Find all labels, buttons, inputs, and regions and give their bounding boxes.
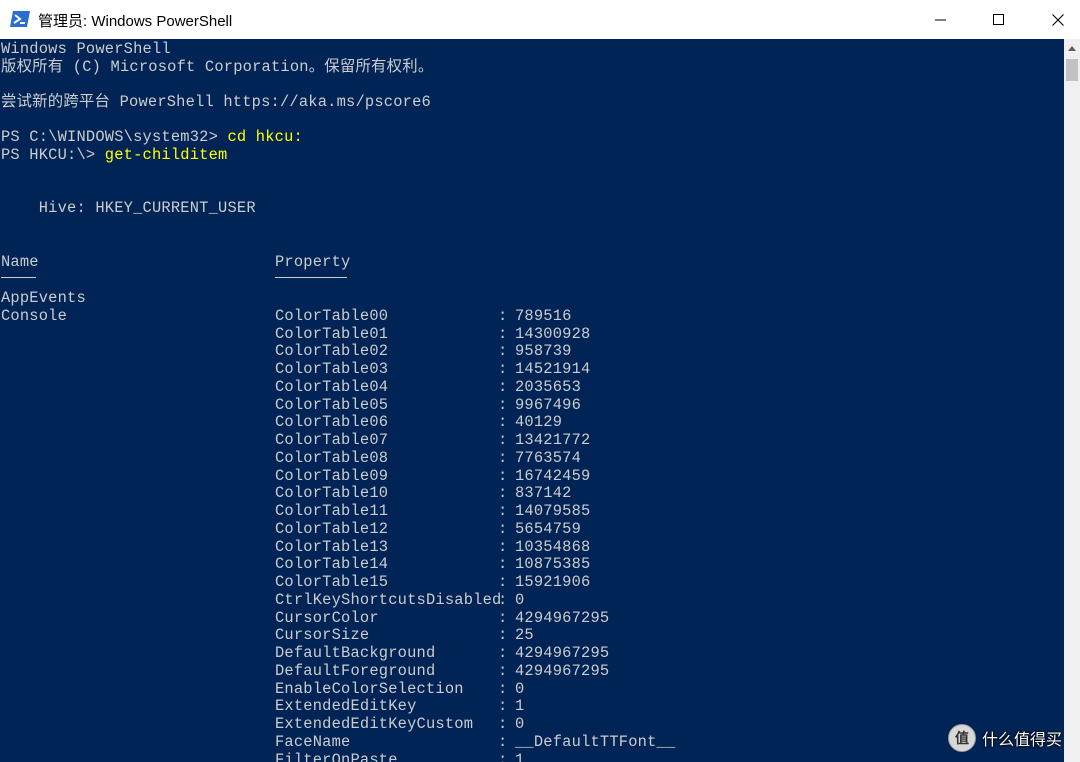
property-name: DefaultBackground — [275, 644, 436, 662]
close-button[interactable] — [1029, 0, 1080, 39]
property-name: ColorTable09 — [275, 466, 389, 485]
property-name: ColorTable03 — [275, 360, 389, 378]
property-name: ColorTable08 — [275, 448, 389, 467]
property-value: 13421772 — [515, 431, 591, 449]
column-underline-name — [1, 277, 36, 278]
hive-line: Hive: HKEY_CURRENT_USER — [1, 199, 256, 217]
property-value: 10354868 — [515, 537, 591, 556]
column-underline-property — [275, 277, 347, 278]
property-value: 40129 — [515, 413, 563, 432]
property-value: 0 — [515, 715, 525, 733]
console-output[interactable]: Windows PowerShell 版权所有 (C) Microsoft Co… — [0, 39, 1064, 762]
vertical-scrollbar[interactable] — [1064, 39, 1080, 762]
chevron-up-icon — [1068, 45, 1076, 51]
scroll-up-button[interactable] — [1064, 39, 1080, 57]
scroll-thumb[interactable] — [1066, 59, 1078, 81]
property-name: DefaultForeground — [275, 661, 436, 680]
property-value: 14300928 — [515, 324, 591, 343]
property-name: CursorSize — [275, 626, 370, 645]
property-value: 4294967295 — [515, 661, 610, 680]
property-value: 15921906 — [515, 573, 591, 591]
minimize-button[interactable] — [912, 0, 970, 39]
header-line: Windows PowerShell — [1, 40, 171, 58]
property-name: CtrlKeyShortcutsDisabled — [275, 590, 502, 609]
prompt: PS C:\WINDOWS\system32> — [1, 128, 228, 146]
property-value: 14079585 — [515, 502, 591, 520]
column-header-property: Property — [275, 253, 351, 271]
property-name: ColorTable10 — [275, 484, 389, 503]
property-value: 1 — [515, 750, 525, 762]
property-value: 0 — [515, 590, 525, 609]
column-header-name: Name — [1, 253, 39, 271]
property-name: ColorTable05 — [275, 395, 389, 414]
property-value: 4294967295 — [515, 644, 610, 662]
registry-key-name: Console — [1, 306, 68, 325]
property-value: 789516 — [515, 306, 572, 325]
command-line-1: PS C:\WINDOWS\system32> cd hkcu: — [1, 128, 303, 146]
property-value: 837142 — [515, 484, 572, 503]
property-value: 10875385 — [515, 555, 591, 574]
property-name: ExtendedEditKey — [275, 697, 417, 716]
property-value: 2035653 — [515, 377, 582, 396]
property-name: ColorTable14 — [275, 555, 389, 574]
close-icon — [1052, 13, 1064, 26]
property-name: ColorTable04 — [275, 377, 389, 396]
property-name: CursorColor — [275, 608, 379, 627]
maximize-icon — [993, 13, 1004, 25]
property-value: __DefaultTTFont__ — [515, 732, 676, 751]
watermark-text: 什么值得买 — [982, 730, 1063, 749]
property-name: EnableColorSelection — [275, 679, 464, 698]
property-name: ExtendedEditKeyCustom — [275, 715, 474, 733]
title-bar[interactable]: 管理员: Windows PowerShell — [0, 0, 1080, 39]
property-name: ColorTable13 — [275, 537, 389, 556]
property-name: FaceName — [275, 732, 351, 751]
copyright-line: 版权所有 (C) Microsoft Corporation。保留所有权利。 — [1, 58, 434, 76]
property-value: 9967496 — [515, 395, 582, 414]
maximize-button[interactable] — [970, 0, 1028, 39]
command-text: cd hkcu: — [227, 128, 303, 146]
property-value: 25 — [515, 626, 534, 645]
property-name: ColorTable01 — [275, 324, 389, 343]
property-name: ColorTable11 — [275, 502, 389, 520]
property-value: 958739 — [515, 342, 572, 361]
powershell-icon[interactable] — [9, 8, 31, 30]
property-name: ColorTable02 — [275, 342, 389, 361]
property-name: ColorTable12 — [275, 519, 389, 538]
property-value: 0 — [515, 679, 525, 698]
watermark-logo: 值 — [948, 724, 976, 752]
property-name: ColorTable07 — [275, 431, 389, 449]
property-value: 14521914 — [515, 360, 591, 378]
property-value: 1 — [515, 697, 525, 716]
property-name: ColorTable00 — [275, 306, 389, 325]
property-value: 7763574 — [515, 448, 582, 467]
command-text: get-childitem — [104, 146, 228, 164]
property-value: 4294967295 — [515, 608, 610, 627]
window-title: 管理员: Windows PowerShell — [38, 13, 233, 30]
property-name: ColorTable06 — [275, 413, 389, 432]
registry-key-name: AppEvents — [1, 289, 86, 307]
pscore-hint-line: 尝试新的跨平台 PowerShell https://aka.ms/pscore… — [1, 93, 431, 111]
minimize-icon — [935, 19, 946, 20]
property-value: 16742459 — [515, 466, 591, 485]
watermark: 值 什么值得买 — [948, 724, 1062, 752]
prompt: PS HKCU:\> — [1, 146, 105, 164]
command-line-2: PS HKCU:\> get-childitem — [1, 146, 227, 164]
property-name: FilterOnPaste — [275, 750, 398, 762]
property-name: ColorTable15 — [275, 573, 389, 591]
property-value: 5654759 — [515, 519, 582, 538]
